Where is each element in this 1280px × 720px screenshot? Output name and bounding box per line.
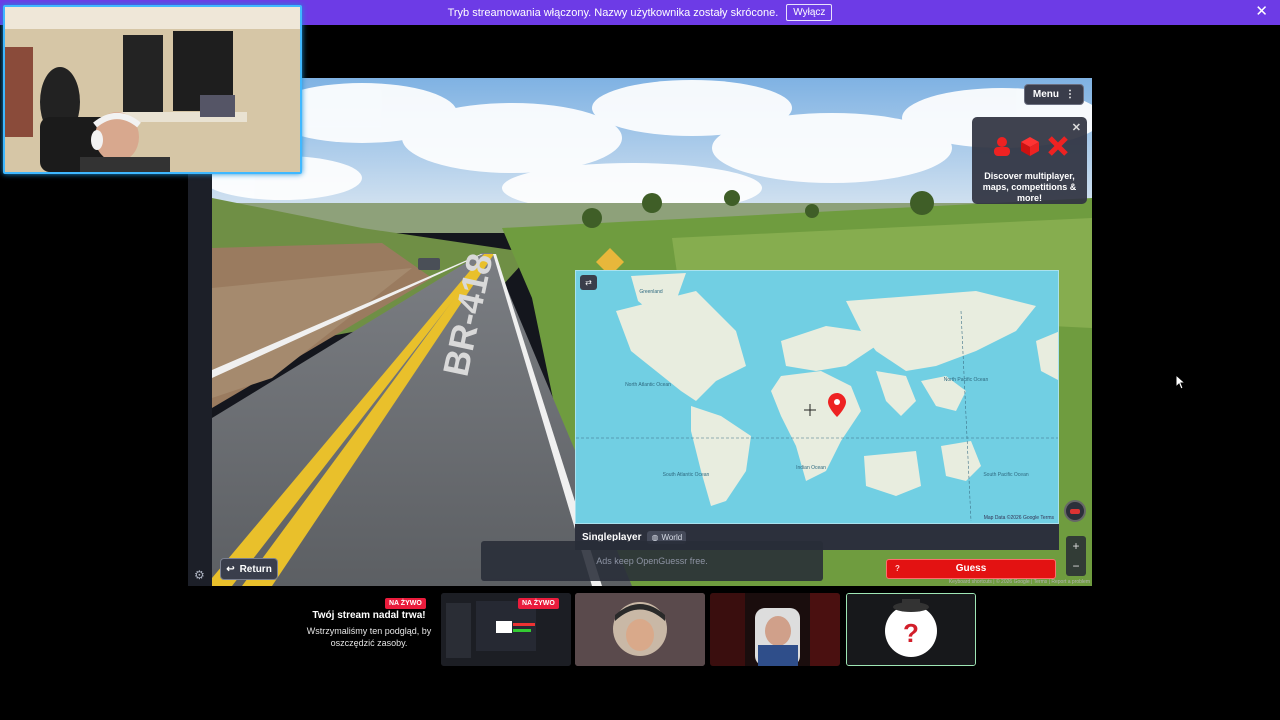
return-arrow-icon: ↩ [226, 563, 235, 575]
promo-text: Discover multiplayer, maps, competitions… [982, 171, 1077, 203]
menu-button[interactable]: Menu ⋮ [1023, 84, 1084, 105]
webcam-overlay [3, 5, 302, 174]
map-attribution: Map Data ©2026 Google Terms [983, 515, 1054, 521]
zoom-in-icon[interactable]: + [1066, 536, 1086, 556]
mouse-cursor-icon [1175, 374, 1187, 390]
bottom-attribution: Keyboard shortcuts | © 2026 Google | Ter… [948, 579, 1090, 585]
more-vertical-icon: ⋮ [1065, 89, 1075, 100]
promo-card[interactable]: ✕ Discover multiplayer, maps, competitio… [972, 117, 1087, 204]
zoom-control: + − [1066, 536, 1086, 576]
map-label-north-atlantic: North Atlantic Ocean [625, 382, 671, 388]
world-map[interactable]: Greenland North Atlantic Ocean South Atl… [575, 270, 1059, 524]
return-label: Return [239, 563, 272, 575]
map-label-south-pacific: South Pacific Ocean [983, 472, 1029, 478]
banner-message: Tryb streamowania włączony. Nazwy użytko… [447, 6, 779, 19]
live-badge: NA ŻYWO [385, 598, 426, 609]
map-label-greenland: Greenland [639, 289, 663, 295]
viewer-avatar-thumbnail[interactable] [575, 593, 705, 666]
return-button[interactable]: ↩ Return [220, 558, 278, 580]
zoom-out-icon[interactable]: − [1066, 556, 1086, 576]
disable-streamer-mode-button[interactable]: Wyłącz [786, 4, 833, 21]
map-label-indian-ocean: Indian Ocean [796, 465, 826, 471]
settings-icon[interactable]: ⚙ [194, 568, 205, 582]
close-icon[interactable]: ✕ [1255, 4, 1268, 20]
multiplayer-icon [993, 137, 1010, 156]
unknown-user-thumbnail[interactable]: ? [846, 593, 976, 666]
live-badge: NA ŻYWO [518, 598, 559, 609]
map-expand-icon[interactable]: ⇄ [580, 275, 597, 290]
close-icon[interactable]: ✕ [1072, 121, 1081, 134]
game-viewport: ⚙ BR-418 Menu ⋮ ✕ Discover multiplayer, … [188, 78, 1092, 586]
guess-label: Guess [955, 563, 987, 574]
question-mark-icon: ? [903, 618, 919, 648]
compass-icon[interactable] [1064, 500, 1086, 522]
guess-hint: ? [895, 564, 900, 573]
stream-title: Twój stream nadal trwa! [312, 610, 426, 621]
viewer-cam-thumbnail[interactable] [710, 593, 840, 666]
guess-button[interactable]: ? Guess [886, 559, 1056, 579]
menu-label: Menu [1032, 89, 1059, 100]
crossed-swords-icon [1047, 136, 1068, 156]
guess-map-panel[interactable]: Greenland North Atlantic Ocean South Atl… [575, 270, 1059, 550]
ads-banner: Ads keep OpenGuessr free. [481, 541, 823, 581]
map-label-north-pacific: North Pacific Ocean [944, 377, 989, 383]
map-label-south-atlantic: South Atlantic Ocean [663, 472, 710, 478]
cube-icon [1020, 137, 1039, 156]
promo-icons [978, 135, 1081, 157]
stream-subtitle: Wstrzymaliśmy ten podgląd, by oszczędzić… [306, 626, 432, 648]
